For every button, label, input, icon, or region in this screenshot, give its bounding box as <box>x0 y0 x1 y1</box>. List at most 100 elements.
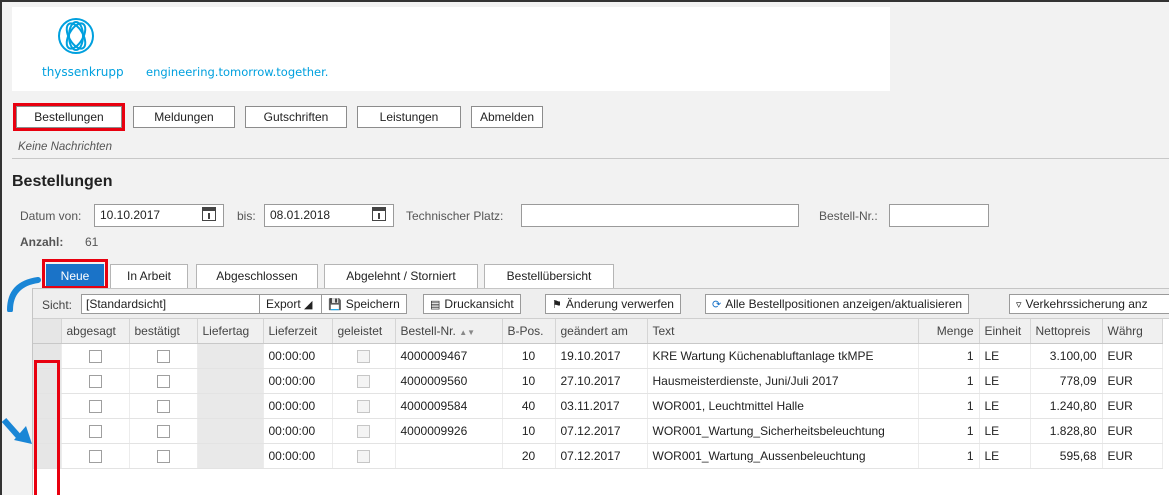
col-waehrung[interactable]: Währg <box>1102 319 1163 344</box>
bestaetigt-checkbox-cell[interactable] <box>129 418 198 444</box>
b-pos-cell: 20 <box>502 443 556 469</box>
dropdown-icon: ◢ <box>304 299 313 311</box>
nav-gutschriften-button[interactable]: Gutschriften <box>245 106 347 128</box>
col-nettopreis[interactable]: Nettopreis <box>1030 319 1103 344</box>
order-number-label: Bestell-Nr.: <box>819 209 878 223</box>
bestaetigt-checkbox-cell[interactable] <box>129 443 198 469</box>
liefertag-cell[interactable] <box>197 343 264 369</box>
bestaetigt-checkbox-cell[interactable] <box>129 393 198 419</box>
bestaetigt-checkbox-cell[interactable] <box>129 343 198 369</box>
table-row[interactable]: 00:00:00 4000009560 10 27.10.2017 Hausmeiste… <box>33 368 1163 394</box>
bestell-nr-cell: 4000009584 <box>395 393 503 419</box>
table-row[interactable]: 00:00:00 4000009467 10 19.10.2017 KRE Wartun… <box>33 343 1163 369</box>
tab-bestelluebersicht[interactable]: Bestellübersicht <box>484 264 614 288</box>
print-preview-button[interactable]: ▤ Druckansicht <box>423 294 521 314</box>
abgesagt-checkbox-cell[interactable] <box>61 393 130 419</box>
nettopreis-cell: 1.828,80 <box>1030 418 1103 444</box>
checkbox[interactable] <box>156 449 170 463</box>
header-banner: thyssenkrupp engineering.tomorrow.togeth… <box>12 7 890 91</box>
checkbox[interactable] <box>88 349 102 363</box>
bestell-nr-cell: 4000009926 <box>395 418 503 444</box>
nav-abmelden-button[interactable]: Abmelden <box>471 106 543 128</box>
checkbox[interactable] <box>88 424 102 438</box>
text-cell: KRE Wartung Küchenabluftanlage tkMPE <box>647 343 919 369</box>
abgesagt-checkbox-cell[interactable] <box>61 343 130 369</box>
col-lieferzeit[interactable]: Lieferzeit <box>263 319 333 344</box>
table-header-row: abgesagt bestätigt Liefertag Lieferzeit … <box>33 319 1163 344</box>
calendar-icon[interactable] <box>372 207 386 221</box>
filter-icon: ▿ <box>1016 299 1022 311</box>
col-geaendert-am[interactable]: geändert am <box>555 319 648 344</box>
nettopreis-cell: 595,68 <box>1030 443 1103 469</box>
col-liefertag[interactable]: Liefertag <box>197 319 264 344</box>
liefertag-cell[interactable] <box>197 368 264 394</box>
nav-leistungen-button[interactable]: Leistungen <box>357 106 461 128</box>
col-menge[interactable]: Menge <box>918 319 980 344</box>
sort-ascending-icon[interactable]: ▲ <box>459 328 467 337</box>
calendar-icon[interactable] <box>202 207 216 221</box>
checkbox[interactable] <box>156 374 170 388</box>
nettopreis-cell: 778,09 <box>1030 368 1103 394</box>
count-value: 61 <box>85 235 99 249</box>
col-b-pos[interactable]: B-Pos. <box>502 319 556 344</box>
text-cell: WOR001_Wartung_Aussenbeleuchtung <box>647 443 919 469</box>
menge-cell: 1 <box>918 368 980 394</box>
lieferzeit-cell: 00:00:00 <box>263 443 333 469</box>
einheit-cell: LE <box>979 418 1031 444</box>
col-bestaetigt[interactable]: bestätigt <box>129 319 198 344</box>
checkbox[interactable] <box>88 449 102 463</box>
nav-meldungen-button[interactable]: Meldungen <box>133 106 235 128</box>
waehrung-cell: EUR <box>1102 393 1163 419</box>
col-geleistet[interactable]: geleistet <box>332 319 396 344</box>
abgesagt-checkbox-cell[interactable] <box>61 443 130 469</box>
table-row[interactable]: 00:00:00 20 07.12.2017 WOR001_Wartung_Ausse… <box>33 443 1163 469</box>
export-button[interactable]: Export ◢ <box>259 294 324 314</box>
tab-in-arbeit[interactable]: In Arbeit <box>110 264 188 288</box>
show-all-positions-button[interactable]: ⟳ Alle Bestellpositionen anzeigen/aktuali… <box>705 294 970 314</box>
col-abgesagt[interactable]: abgesagt <box>61 319 130 344</box>
tab-abgelehnt-storniert[interactable]: Abgelehnt / Storniert <box>324 264 478 288</box>
changed-date-cell: 27.10.2017 <box>555 368 648 394</box>
col-bestell-nr[interactable]: Bestell-Nr. ▲▼ <box>395 319 503 344</box>
technical-place-label: Technischer Platz: <box>406 209 504 223</box>
b-pos-cell: 10 <box>502 343 556 369</box>
filter-icon[interactable]: ▼ <box>467 328 475 337</box>
checkbox[interactable] <box>156 424 170 438</box>
b-pos-cell: 10 <box>502 418 556 444</box>
view-select-value: [Standardsicht] <box>86 297 167 311</box>
liefertag-cell[interactable] <box>197 418 264 444</box>
liefertag-cell[interactable] <box>197 443 264 469</box>
liefertag-cell[interactable] <box>197 393 264 419</box>
table-row[interactable]: 00:00:00 4000009926 10 07.12.2017 WOR001_War… <box>33 418 1163 444</box>
bestell-nr-cell: 4000009467 <box>395 343 503 369</box>
traffic-safety-button[interactable]: ▿ Verkehrssicherung anz <box>1009 294 1169 314</box>
abgesagt-checkbox-cell[interactable] <box>61 418 130 444</box>
checkbox[interactable] <box>88 374 102 388</box>
order-number-input[interactable] <box>889 204 989 227</box>
save-button[interactable]: 💾 Speichern <box>321 294 407 314</box>
table-toolbar: Sicht: [Standardsicht] ⌵ Export ◢ 💾Speic… <box>33 289 1169 319</box>
bestaetigt-checkbox-cell[interactable] <box>129 368 198 394</box>
arrow-icon <box>7 277 41 312</box>
view-select[interactable]: [Standardsicht] ⌵ <box>81 294 277 314</box>
col-text[interactable]: Text <box>647 319 919 344</box>
table-row[interactable]: 00:00:00 4000009584 40 03.11.2017 WOR001, Le… <box>33 393 1163 419</box>
checkbox[interactable] <box>156 399 170 413</box>
lieferzeit-cell: 00:00:00 <box>263 343 333 369</box>
checkbox[interactable] <box>156 349 170 363</box>
select-all-cell[interactable] <box>33 319 62 344</box>
checkbox[interactable] <box>88 399 102 413</box>
traffic-label: Verkehrssicherung anz <box>1025 297 1148 311</box>
lieferzeit-cell: 00:00:00 <box>263 418 333 444</box>
changed-date-cell: 07.12.2017 <box>555 443 648 469</box>
tab-abgeschlossen[interactable]: Abgeschlossen <box>196 264 318 288</box>
changed-date-cell: 07.12.2017 <box>555 418 648 444</box>
abgesagt-checkbox-cell[interactable] <box>61 368 130 394</box>
technical-place-input[interactable] <box>521 204 799 227</box>
menge-cell: 1 <box>918 343 980 369</box>
export-label: Export <box>266 297 301 311</box>
save-icon: 💾 <box>328 299 342 311</box>
discard-changes-button[interactable]: ⚑ Änderung verwerfen <box>545 294 681 314</box>
waehrung-cell: EUR <box>1102 418 1163 444</box>
col-einheit[interactable]: Einheit <box>979 319 1031 344</box>
